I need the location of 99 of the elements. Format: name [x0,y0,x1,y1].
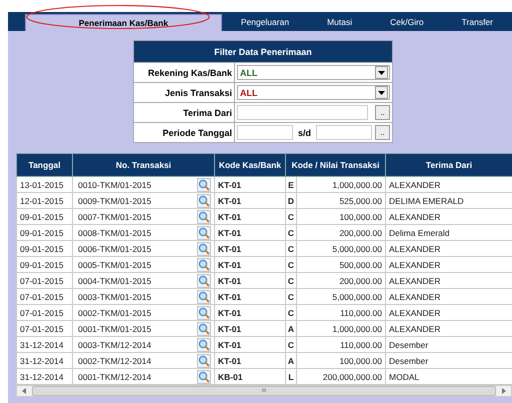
table-cell: 100,000.00 [296,208,386,224]
tab[interactable]: Penerimaan Kas/Bank [25,14,222,31]
table-cell: A [286,320,296,336]
table-cell: E [286,176,296,192]
table-cell: D [286,192,296,208]
field-label: Periode Tanggal [134,122,234,142]
table-cell: 5,000,000.00 [296,288,386,304]
table-cell: KT-01 [214,208,286,224]
transaction-number: 0001-TKM/12-2014 [78,372,152,382]
transaction-number: 0006-TKM/01-2015 [78,244,152,254]
table-cell: 200,000.00 [296,272,386,288]
filter-title: Filter Data Penerimaan [134,40,392,62]
table-cell: C [286,256,296,272]
transaction-number: 0004-TKM/01-2015 [78,276,152,286]
table-cell: C [286,288,296,304]
tab[interactable]: Mutasi [308,14,372,31]
tab[interactable]: Transfer [442,14,512,31]
column-header: Tanggal [16,154,72,176]
table-cell: 500,000.00 [296,256,386,272]
lookup-button[interactable]: .. [375,105,390,120]
transaction-type-dropdown[interactable]: ALL [237,85,390,100]
table-cell: 5,000,000.00 [296,240,386,256]
table-cell: 13-01-2015 [16,176,72,192]
transaction-number: 0001-TKM/01-2015 [78,324,152,334]
column-header: Kode Kas/Bank [214,154,286,176]
table-cell: KT-01 [214,304,286,320]
table-cell: C [286,304,296,320]
date-field[interactable] [237,125,293,140]
table-cell: KT-01 [214,352,286,368]
field-label: Jenis Transaksi [134,82,234,102]
search-icon[interactable] [197,178,211,192]
search-icon[interactable] [197,210,211,224]
search-icon[interactable] [197,194,211,208]
table-cell: KT-01 [214,288,286,304]
input-field[interactable] [237,105,368,120]
table-cell: 09-01-2015 [16,208,72,224]
column-header: No. Transaksi [72,154,214,176]
tab[interactable]: Cek/Giro [371,14,443,31]
search-icon[interactable] [197,322,211,336]
left-arrow-icon[interactable] [21,388,26,394]
table-cell: KT-01 [214,272,286,288]
transaction-number: 0002-TKM/12-2014 [78,356,152,366]
table-cell: C [286,208,296,224]
table-cell: 09-01-2015 [16,224,72,240]
table-cell: 12-01-2015 [16,192,72,208]
table-cell: 09-01-2015 [16,240,72,256]
separator-label: s/d [298,128,312,138]
transaction-number: 0007-TKM/01-2015 [78,212,152,222]
transaction-number: 0008-TKM/01-2015 [78,228,152,238]
table-cell: A [286,352,296,368]
transaction-number: 0010-TKM/01-2015 [78,180,152,190]
table-cell: 1,000,000.00 [296,176,386,192]
search-icon[interactable] [197,306,211,320]
search-icon[interactable] [197,226,211,240]
table-cell: 1,000,000.00 [296,320,386,336]
search-icon[interactable] [197,258,211,272]
transaction-number: 0003-TKM/12-2014 [78,340,152,350]
table-cell: 110,000.00 [296,336,386,352]
table-cell: C [286,272,296,288]
table-cell: 07-01-2015 [16,272,72,288]
transaction-number: 0002-TKM/01-2015 [78,308,152,318]
field-label: Terima Dari [134,102,234,122]
table-cell: C [286,240,296,256]
account-dropdown[interactable]: ALL [237,65,390,80]
table-cell: 07-01-2015 [16,304,72,320]
table-cell: KT-01 [214,256,286,272]
tab[interactable]: Pengeluaran [222,14,308,31]
table-cell: KT-01 [214,336,286,352]
table-cell: 100,000.00 [296,352,386,368]
table-cell: KT-01 [214,224,286,240]
table-cell: 07-01-2015 [16,288,72,304]
table-cell: C [286,336,296,352]
search-icon[interactable] [197,290,211,304]
table-cell: KT-01 [214,240,286,256]
table-cell: 200,000.00 [296,224,386,240]
table-cell: C [286,224,296,240]
search-icon[interactable] [197,338,211,352]
field-label: Rekening Kas/Bank [134,62,234,82]
table-cell: 09-01-2015 [16,256,72,272]
column-header: Terima Dari [386,154,512,176]
table-cell: 525,000.00 [296,192,386,208]
table-cell: 31-12-2014 [16,352,72,368]
lookup-button[interactable]: .. [375,125,390,140]
table-cell: KT-01 [214,176,286,192]
transaction-number: 0009-TKM/01-2015 [78,196,152,206]
search-icon[interactable] [197,274,211,288]
table-cell: 31-12-2014 [16,336,72,352]
table-cell: 07-01-2015 [16,320,72,336]
right-arrow-icon[interactable] [502,388,507,394]
table-cell: 110,000.00 [296,304,386,320]
table-cell: KT-01 [214,192,286,208]
search-icon[interactable] [197,354,211,368]
search-icon[interactable] [197,370,211,384]
transaction-number: 0003-TKM/01-2015 [78,292,152,302]
search-icon[interactable] [197,242,211,256]
table-cell: KT-01 [214,320,286,336]
date-field[interactable] [316,125,372,140]
transaction-number: 0005-TKM/01-2015 [78,260,152,270]
column-header: Kode / Nilai Transaksi [286,154,386,176]
